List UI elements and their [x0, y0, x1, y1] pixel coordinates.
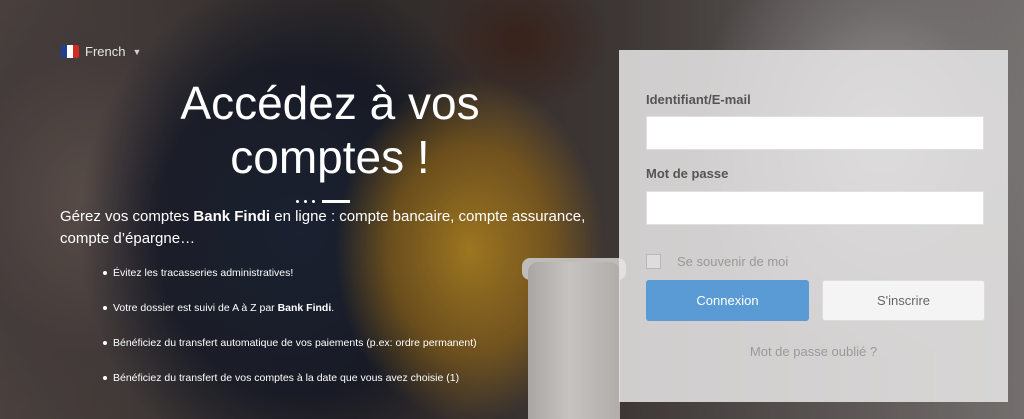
- benefit-text: Bénéficiez du transfert automatique de v…: [113, 337, 477, 349]
- remember-me[interactable]: Se souvenir de moi: [646, 254, 788, 269]
- divider-dot: [304, 200, 307, 203]
- benefits-list: Évitez les tracasseries administratives!…: [100, 266, 560, 406]
- forgot-password-link[interactable]: Mot de passe oublié ?: [619, 344, 1008, 359]
- password-input[interactable]: [646, 191, 984, 225]
- caret-down-icon: ▼: [132, 46, 142, 57]
- benefit-item: Votre dossier est suivi de A à Z par Ban…: [100, 301, 560, 336]
- benefit-item: Bénéficiez du transfert automatique de v…: [100, 336, 560, 371]
- remember-me-checkbox[interactable]: [646, 254, 661, 269]
- username-input[interactable]: [646, 116, 984, 150]
- login-panel: Identifiant/E-mail Mot de passe Se souve…: [619, 50, 1008, 402]
- description-text: Gérez vos comptes: [60, 208, 194, 225]
- benefit-item: Évitez les tracasseries administratives!: [100, 266, 560, 301]
- title-divider: [296, 200, 350, 203]
- hero-title: Accédez à vos comptes !: [180, 77, 480, 183]
- divider-bar: [322, 200, 350, 203]
- register-button[interactable]: S'inscrire: [822, 280, 985, 321]
- password-label: Mot de passe: [646, 166, 729, 181]
- hero-description: Gérez vos comptes Bank Findi en ligne : …: [60, 206, 600, 250]
- login-button[interactable]: Connexion: [646, 280, 809, 321]
- benefit-text: .: [331, 302, 335, 314]
- benefit-text: Bénéficiez du transfert de vos comptes à…: [113, 372, 460, 384]
- brand-name: Bank Findi: [277, 302, 332, 314]
- divider-dot: [296, 200, 299, 203]
- username-label: Identifiant/E-mail: [646, 92, 751, 107]
- french-flag-icon: [61, 45, 79, 58]
- brand-name: Bank Findi: [193, 208, 271, 225]
- divider-dot: [312, 200, 315, 203]
- benefit-text: Évitez les tracasseries administratives!: [113, 267, 294, 279]
- remember-me-label: Se souvenir de moi: [677, 254, 789, 269]
- benefit-item: Bénéficiez du transfert de vos comptes à…: [100, 371, 560, 406]
- language-label: French: [85, 44, 126, 59]
- language-selector[interactable]: French ▼: [61, 44, 141, 59]
- benefit-text: Votre dossier est suivi de A à Z par: [113, 302, 278, 314]
